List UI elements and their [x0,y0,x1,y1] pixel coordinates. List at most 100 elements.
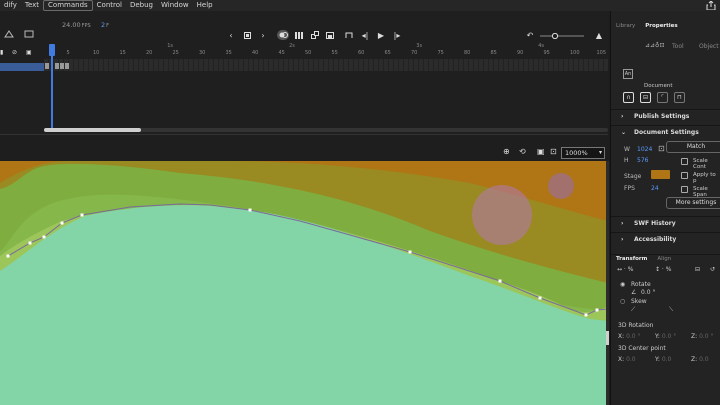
magnet-icon[interactable]: ∩ [623,92,634,103]
share-icon[interactable] [706,1,716,10]
c3d-z-value[interactable]: 0.0 [699,356,709,363]
play-icon[interactable]: ▶ [376,30,386,40]
undo-rewind-icon[interactable]: ↶ [525,30,535,40]
mountain-icon[interactable]: ▲ [594,30,604,40]
step-forward-icon[interactable]: |▸ [392,30,402,40]
swap-icon[interactable] [310,30,320,40]
menu-item-dify[interactable]: dify [0,0,21,11]
center-stage-icon[interactable]: ⊕ [503,147,510,156]
show-all-icon[interactable]: ▮ [0,49,3,56]
tab-align[interactable]: Align [652,255,676,263]
layer-depth-icon[interactable] [4,30,14,38]
ruler-frame-label: 45 [278,50,285,56]
constrain-icon[interactable]: ⊟ [695,266,700,273]
frame-ruler[interactable]: 5 10 15 20 25 30 35 40 45 50 55 60 65 70 75 80 85 90 95 100… [44,43,608,56]
section-publish-settings[interactable]: › Publish Settings [611,109,720,123]
layer-row-selected[interactable] [0,63,44,71]
frame-readout[interactable]: 2F [101,21,109,29]
menu-item-text[interactable]: Text [21,0,43,11]
ruler-frame-label: 20 [146,50,153,56]
menu-item-control[interactable]: Control [93,0,126,11]
loop-icon[interactable] [344,30,354,40]
chevron-down-icon: ▾ [598,149,602,156]
next-arrow-icon[interactable]: › [258,30,268,40]
ruler-frame-label: 50 [305,50,312,56]
keyframe[interactable] [55,63,59,69]
camera-icon[interactable] [24,30,34,38]
scale-width-icon[interactable]: ↔ · % [617,266,633,273]
menu-item-debug[interactable]: Debug [126,0,157,11]
section-accessibility[interactable]: › Accessibility [611,232,720,246]
link-dimensions-icon[interactable]: ⊡ [658,144,665,153]
keyframe[interactable] [65,63,69,69]
scale-height-icon[interactable]: ↕ · % [655,266,671,273]
reset-icon[interactable]: ↺ [710,266,715,273]
fps-field[interactable]: 24 [651,185,659,192]
insert-frame-icon[interactable] [325,30,335,40]
zoom-slider[interactable] [540,33,584,39]
step-back-icon[interactable]: ◂| [360,30,370,40]
layers-icon[interactable]: ⊟ [640,92,651,103]
section-swf-history[interactable]: › SWF History [611,216,720,230]
keyframe[interactable] [60,63,64,69]
prev-arrow-icon[interactable]: ‹ [226,30,236,40]
edit-multiple-frames-icon[interactable] [294,30,304,40]
rotate-label: Rotate [631,281,651,288]
c3d-y-value[interactable]: 0.0 [662,356,672,363]
apply-to-checkbox[interactable] [681,172,688,179]
tab-library[interactable]: Library [611,22,640,31]
more-settings-button[interactable]: More settings [666,197,720,209]
accessibility-label: Accessibility [634,236,677,243]
match-button[interactable]: Match [666,141,720,153]
stage-canvas[interactable] [0,161,608,405]
ruler-frame-label: 15 [119,50,126,56]
keyframe[interactable] [45,63,49,69]
rot3d-z-value[interactable]: 0.0 ° [699,333,713,340]
skew-h-icon[interactable]: ⟋ [631,306,635,314]
skew-radio[interactable]: ○ [620,298,625,305]
symbol-icons[interactable]: ⊿⊿♁⊡ [645,42,664,49]
playhead-line[interactable] [51,44,53,130]
tab-properties[interactable]: Properties [640,22,682,31]
menu-item-help[interactable]: Help [193,0,217,11]
lock-icon[interactable]: ▣ [26,49,32,56]
scale-height-unit: % [665,266,672,273]
menu-item-commands[interactable]: Commands [43,0,93,11]
lock-icon[interactable]: ⊓ [674,92,685,103]
scale-content-checkbox[interactable] [681,158,688,165]
rot3d-y-value[interactable]: 0.0 ° [662,333,676,340]
tab-tool[interactable]: Tool [672,43,684,50]
timeline-scroll-thumb[interactable] [44,128,141,132]
document-settings-label: Document Settings [634,129,699,136]
stage-scrollbar[interactable] [606,161,609,405]
skew-v-icon[interactable]: ⟍ [669,306,673,314]
fit-icon[interactable]: ⊡ [550,147,557,156]
ruler-frame-label: 55 [331,50,338,56]
tab-object[interactable]: Object [699,43,719,50]
stage-scroll-thumb[interactable] [606,331,609,345]
timeline-scrollbar[interactable] [44,128,608,132]
clip-content-icon[interactable]: ▣ [537,147,545,156]
menu-item-window[interactable]: Window [157,0,193,11]
rotate-value[interactable]: 0.0 ° [641,289,655,296]
ruler-frame-label: 90 [517,50,524,56]
eye-off-icon[interactable]: ⊘ [12,49,17,56]
onion-skin-icon[interactable] [277,30,289,40]
zoom-select[interactable]: 1000% ▾ [561,147,605,159]
height-value[interactable]: 576 [637,157,648,164]
ruler-frame-label: 75 [437,50,444,56]
rotate-radio[interactable]: ◉ [620,281,625,288]
tab-transform[interactable]: Transform [611,255,652,263]
fps-readout[interactable]: 24.00FPS [62,21,91,29]
frame-cells[interactable] [44,59,608,71]
width-value[interactable]: 1024 [637,146,652,153]
corner-icon[interactable]: ⌜ [657,92,668,103]
scale-spans-checkbox[interactable] [681,186,688,193]
stage-color-swatch[interactable] [651,170,670,179]
rot3d-x-value[interactable]: 0.0 ° [626,333,640,340]
c3d-x-value[interactable]: 0.0 [626,356,636,363]
rotate-stage-icon[interactable]: ⟲ [519,147,526,156]
stop-icon[interactable] [242,30,252,40]
height-label: H [624,157,629,164]
section-document-settings[interactable]: ⌄ Document Settings [611,125,720,139]
